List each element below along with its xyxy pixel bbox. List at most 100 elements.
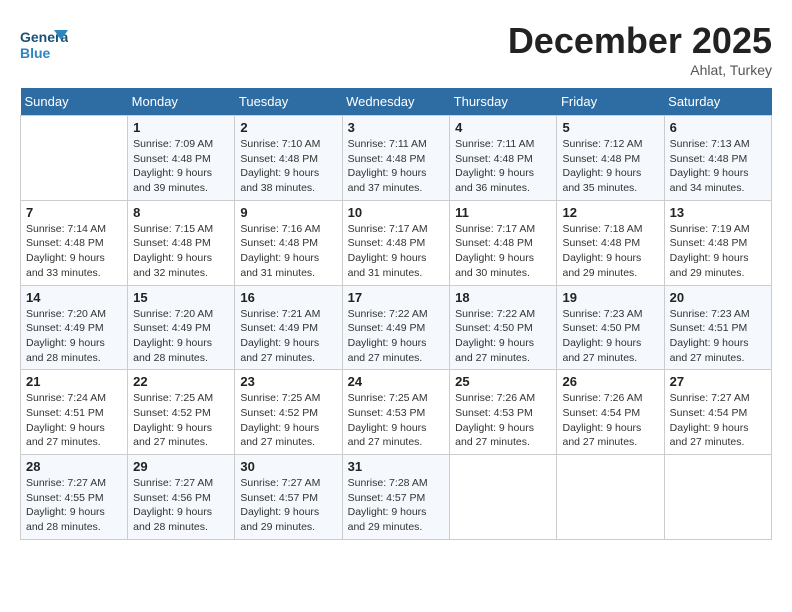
calendar-cell: 27 Sunrise: 7:27 AM Sunset: 4:54 PM Dayli… [664,370,771,455]
calendar-cell: 26Sunrise: 7:26 AM Sunset: 4:54 PM Dayli… [557,370,664,455]
day-info: Sunrise: 7:27 AM Sunset: 4:54 PM Dayligh… [670,391,766,450]
day-number: 25 [455,374,551,389]
day-info: Sunrise: 7:27 AM Sunset: 4:55 PM Dayligh… [26,476,122,535]
day-info: Sunrise: 7:11 AM Sunset: 4:48 PM Dayligh… [455,137,551,196]
page-header: General Blue December 2025 Ahlat, Turkey [20,20,772,78]
day-number: 24 [348,374,445,389]
calendar-header-row: SundayMondayTuesdayWednesdayThursdayFrid… [21,88,772,116]
calendar-cell: 14 Sunrise: 7:20 AM Sunset: 4:49 PM Dayli… [21,285,128,370]
day-number: 1 [133,120,229,135]
column-header-friday: Friday [557,88,664,116]
day-info: Sunrise: 7:23 AM Sunset: 4:51 PM Dayligh… [670,307,766,366]
logo-icon: General Blue [20,20,60,60]
column-header-monday: Monday [128,88,235,116]
day-number: 10 [348,205,445,220]
day-number: 17 [348,290,445,305]
calendar-cell: 9 Sunrise: 7:16 AM Sunset: 4:48 PM Daylig… [235,200,342,285]
day-info: Sunrise: 7:19 AM Sunset: 4:48 PM Dayligh… [670,222,766,281]
calendar-cell: 4 Sunrise: 7:11 AM Sunset: 4:48 PM Daylig… [450,116,557,201]
column-header-thursday: Thursday [450,88,557,116]
day-info: Sunrise: 7:17 AM Sunset: 4:48 PM Dayligh… [455,222,551,281]
calendar-cell: 5 Sunrise: 7:12 AM Sunset: 4:48 PM Daylig… [557,116,664,201]
day-number: 4 [455,120,551,135]
day-number: 8 [133,205,229,220]
calendar-cell: 21Sunrise: 7:24 AM Sunset: 4:51 PM Dayli… [21,370,128,455]
calendar-cell: 2Sunrise: 7:10 AM Sunset: 4:48 PM Daylig… [235,116,342,201]
day-info: Sunrise: 7:20 AM Sunset: 4:49 PM Dayligh… [26,307,122,366]
calendar-body: 1 Sunrise: 7:09 AM Sunset: 4:48 PM Daylig… [21,116,772,540]
calendar-cell: 11Sunrise: 7:17 AM Sunset: 4:48 PM Dayli… [450,200,557,285]
day-number: 7 [26,205,122,220]
day-number: 27 [670,374,766,389]
day-info: Sunrise: 7:17 AM Sunset: 4:48 PM Dayligh… [348,222,445,281]
calendar-cell: 8 Sunrise: 7:15 AM Sunset: 4:48 PM Daylig… [128,200,235,285]
day-info: Sunrise: 7:20 AM Sunset: 4:49 PM Dayligh… [133,307,229,366]
calendar-cell: 18Sunrise: 7:22 AM Sunset: 4:50 PM Dayli… [450,285,557,370]
day-info: Sunrise: 7:16 AM Sunset: 4:48 PM Dayligh… [240,222,336,281]
day-number: 29 [133,459,229,474]
day-info: Sunrise: 7:26 AM Sunset: 4:54 PM Dayligh… [562,391,658,450]
svg-text:Blue: Blue [20,45,51,61]
day-info: Sunrise: 7:28 AM Sunset: 4:57 PM Dayligh… [348,476,445,535]
day-info: Sunrise: 7:14 AM Sunset: 4:48 PM Dayligh… [26,222,122,281]
day-info: Sunrise: 7:25 AM Sunset: 4:53 PM Dayligh… [348,391,445,450]
calendar-cell: 3Sunrise: 7:11 AM Sunset: 4:48 PM Daylig… [342,116,450,201]
day-info: Sunrise: 7:23 AM Sunset: 4:50 PM Dayligh… [562,307,658,366]
calendar-cell [450,455,557,540]
day-number: 19 [562,290,658,305]
calendar-cell [664,455,771,540]
calendar-cell: 28Sunrise: 7:27 AM Sunset: 4:55 PM Dayli… [21,455,128,540]
day-number: 12 [562,205,658,220]
calendar-cell: 20 Sunrise: 7:23 AM Sunset: 4:51 PM Dayli… [664,285,771,370]
day-info: Sunrise: 7:24 AM Sunset: 4:51 PM Dayligh… [26,391,122,450]
day-info: Sunrise: 7:12 AM Sunset: 4:48 PM Dayligh… [562,137,658,196]
day-info: Sunrise: 7:18 AM Sunset: 4:48 PM Dayligh… [562,222,658,281]
calendar-cell: 10 Sunrise: 7:17 AM Sunset: 4:48 PM Dayli… [342,200,450,285]
column-header-sunday: Sunday [21,88,128,116]
calendar-cell: 17 Sunrise: 7:22 AM Sunset: 4:49 PM Dayli… [342,285,450,370]
day-info: Sunrise: 7:09 AM Sunset: 4:48 PM Dayligh… [133,137,229,196]
calendar-cell: 6Sunrise: 7:13 AM Sunset: 4:48 PM Daylig… [664,116,771,201]
day-number: 13 [670,205,766,220]
calendar-cell: 12 Sunrise: 7:18 AM Sunset: 4:48 PM Dayli… [557,200,664,285]
day-info: Sunrise: 7:22 AM Sunset: 4:49 PM Dayligh… [348,307,445,366]
calendar-cell: 22Sunrise: 7:25 AM Sunset: 4:52 PM Dayli… [128,370,235,455]
day-number: 30 [240,459,336,474]
calendar-cell [557,455,664,540]
day-number: 31 [348,459,445,474]
calendar-cell: 23 Sunrise: 7:25 AM Sunset: 4:52 PM Dayli… [235,370,342,455]
day-info: Sunrise: 7:15 AM Sunset: 4:48 PM Dayligh… [133,222,229,281]
day-number: 14 [26,290,122,305]
column-header-saturday: Saturday [664,88,771,116]
calendar-cell: 24 Sunrise: 7:25 AM Sunset: 4:53 PM Dayli… [342,370,450,455]
calendar-cell: 19 Sunrise: 7:23 AM Sunset: 4:50 PM Dayli… [557,285,664,370]
day-number: 5 [562,120,658,135]
calendar-cell [21,116,128,201]
calendar-week-3: 14 Sunrise: 7:20 AM Sunset: 4:49 PM Dayli… [21,285,772,370]
day-number: 2 [240,120,336,135]
column-header-wednesday: Wednesday [342,88,450,116]
day-number: 6 [670,120,766,135]
logo: General Blue [20,20,64,60]
day-number: 16 [240,290,336,305]
location-subtitle: Ahlat, Turkey [508,62,772,78]
day-info: Sunrise: 7:27 AM Sunset: 4:57 PM Dayligh… [240,476,336,535]
day-number: 23 [240,374,336,389]
calendar-cell: 31 Sunrise: 7:28 AM Sunset: 4:57 PM Dayli… [342,455,450,540]
day-info: Sunrise: 7:22 AM Sunset: 4:50 PM Dayligh… [455,307,551,366]
calendar-cell: 1 Sunrise: 7:09 AM Sunset: 4:48 PM Daylig… [128,116,235,201]
day-info: Sunrise: 7:25 AM Sunset: 4:52 PM Dayligh… [133,391,229,450]
month-year-title: December 2025 [508,20,772,62]
calendar-table: SundayMondayTuesdayWednesdayThursdayFrid… [20,88,772,540]
day-info: Sunrise: 7:21 AM Sunset: 4:49 PM Dayligh… [240,307,336,366]
calendar-cell: 13 Sunrise: 7:19 AM Sunset: 4:48 PM Dayli… [664,200,771,285]
day-info: Sunrise: 7:27 AM Sunset: 4:56 PM Dayligh… [133,476,229,535]
calendar-cell: 15 Sunrise: 7:20 AM Sunset: 4:49 PM Dayli… [128,285,235,370]
day-number: 20 [670,290,766,305]
day-info: Sunrise: 7:26 AM Sunset: 4:53 PM Dayligh… [455,391,551,450]
day-info: Sunrise: 7:25 AM Sunset: 4:52 PM Dayligh… [240,391,336,450]
day-number: 3 [348,120,445,135]
calendar-cell: 16 Sunrise: 7:21 AM Sunset: 4:49 PM Dayli… [235,285,342,370]
day-number: 9 [240,205,336,220]
day-number: 15 [133,290,229,305]
